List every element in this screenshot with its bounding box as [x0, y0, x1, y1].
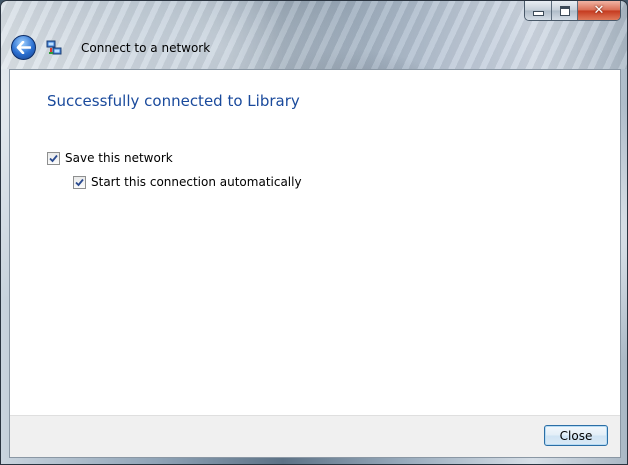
- save-network-checkbox[interactable]: [47, 151, 60, 165]
- close-icon: ✕: [593, 3, 605, 18]
- back-button[interactable]: [11, 35, 36, 60]
- back-arrow-icon: [16, 41, 31, 54]
- window-frame: ✕ Connect to a network Successfully conn…: [0, 0, 628, 465]
- page-title: Successfully connected to Library: [47, 92, 300, 110]
- dialog-footer: Close: [10, 415, 620, 457]
- maximize-button[interactable]: [551, 1, 577, 20]
- save-network-label: Save this network: [65, 151, 173, 165]
- window-title: Connect to a network: [81, 41, 211, 55]
- dialog-content: Successfully connected to Library Save t…: [9, 69, 621, 458]
- checkmark-icon: [49, 154, 58, 162]
- network-icon: [46, 40, 62, 55]
- checkmark-icon: [75, 178, 84, 186]
- save-network-option[interactable]: Save this network: [47, 151, 173, 165]
- minimize-button[interactable]: [525, 1, 551, 20]
- close-window-button[interactable]: ✕: [577, 1, 620, 20]
- minimize-icon: [532, 11, 544, 16]
- auto-connect-label: Start this connection automatically: [91, 175, 302, 189]
- close-button[interactable]: Close: [544, 425, 608, 446]
- navigation-bar: Connect to a network: [1, 31, 627, 65]
- auto-connect-checkbox[interactable]: [73, 175, 86, 189]
- auto-connect-option[interactable]: Start this connection automatically: [73, 175, 302, 189]
- maximize-icon: [559, 5, 570, 16]
- caption-buttons: ✕: [524, 1, 621, 21]
